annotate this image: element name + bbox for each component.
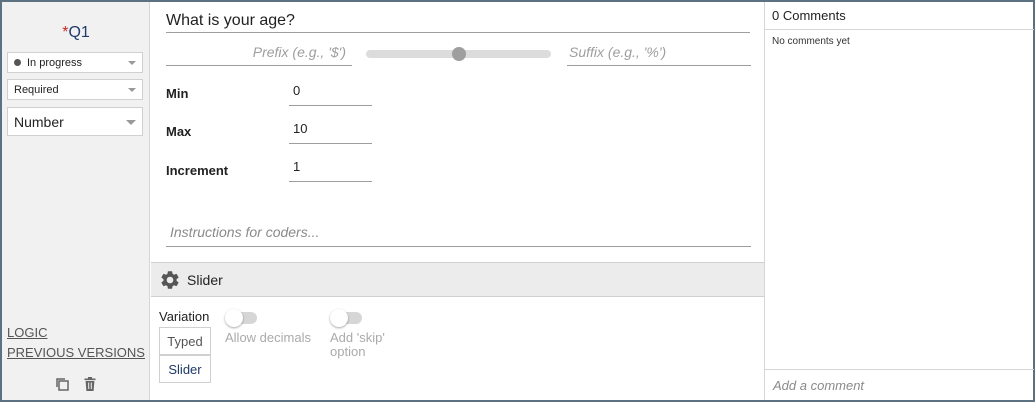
variation-label: Variation xyxy=(159,309,210,324)
min-input[interactable]: 0 xyxy=(289,83,372,106)
increment-input[interactable]: 1 xyxy=(289,159,372,182)
question-sidebar: *Q1 In progress Required Number LOGIC PR… xyxy=(2,2,150,400)
allow-decimals-toggle[interactable] xyxy=(225,309,257,327)
min-label: Min xyxy=(166,86,189,101)
comments-header: 0 Comments xyxy=(765,2,1034,30)
skip-option-toggle[interactable] xyxy=(330,309,362,327)
gear-icon xyxy=(159,269,181,291)
logic-link[interactable]: LOGIC xyxy=(7,325,47,340)
chevron-down-icon xyxy=(128,60,136,65)
status-select[interactable]: In progress xyxy=(7,52,143,73)
chevron-down-icon xyxy=(126,119,136,125)
increment-label: Increment xyxy=(166,163,229,178)
toggle-knob xyxy=(330,309,348,327)
settings-section-title: Slider xyxy=(187,271,223,288)
variation-option-typed[interactable]: Typed xyxy=(159,327,211,355)
requirement-select-value: Required xyxy=(14,83,59,96)
trash-icon[interactable] xyxy=(82,376,98,392)
question-number-label: Q1 xyxy=(68,24,90,41)
chevron-down-icon xyxy=(128,87,136,92)
question-body: What is your age? Prefix (e.g., '$') Suf… xyxy=(151,2,764,400)
prefix-input[interactable]: Prefix (e.g., '$') xyxy=(166,44,352,66)
variation-option-slider[interactable]: Slider xyxy=(159,355,211,383)
status-select-value: In progress xyxy=(27,56,83,69)
settings-section-header[interactable]: Slider xyxy=(151,262,764,297)
allow-decimals-label: Allow decimals xyxy=(225,330,311,345)
comments-empty-text: No comments yet xyxy=(772,36,850,47)
question-type-value: Number xyxy=(14,113,64,130)
skip-option-label: Add 'skip' option xyxy=(330,330,385,359)
copy-icon[interactable] xyxy=(54,376,70,392)
question-type-select[interactable]: Number xyxy=(7,107,143,136)
toggle-knob xyxy=(225,309,243,327)
status-dot-icon xyxy=(14,59,21,66)
coder-instructions-input[interactable]: Instructions for coders... xyxy=(166,224,751,247)
question-text-input[interactable]: What is your age? xyxy=(166,8,750,33)
add-comment-input[interactable]: Add a comment xyxy=(765,369,1034,397)
question-editor-frame: *Q1 In progress Required Number LOGIC PR… xyxy=(0,0,1035,402)
max-input[interactable]: 10 xyxy=(289,121,372,144)
max-label: Max xyxy=(166,124,192,139)
question-number: *Q1 xyxy=(2,24,150,42)
slider-preview-thumb[interactable] xyxy=(452,47,466,61)
requirement-select[interactable]: Required xyxy=(7,79,143,100)
suffix-input[interactable]: Suffix (e.g., '%') xyxy=(567,44,751,66)
comments-panel: 0 Comments No comments yet Add a comment xyxy=(764,2,1034,400)
slider-preview[interactable] xyxy=(366,47,551,61)
previous-versions-link[interactable]: PREVIOUS VERSIONS xyxy=(7,345,145,360)
